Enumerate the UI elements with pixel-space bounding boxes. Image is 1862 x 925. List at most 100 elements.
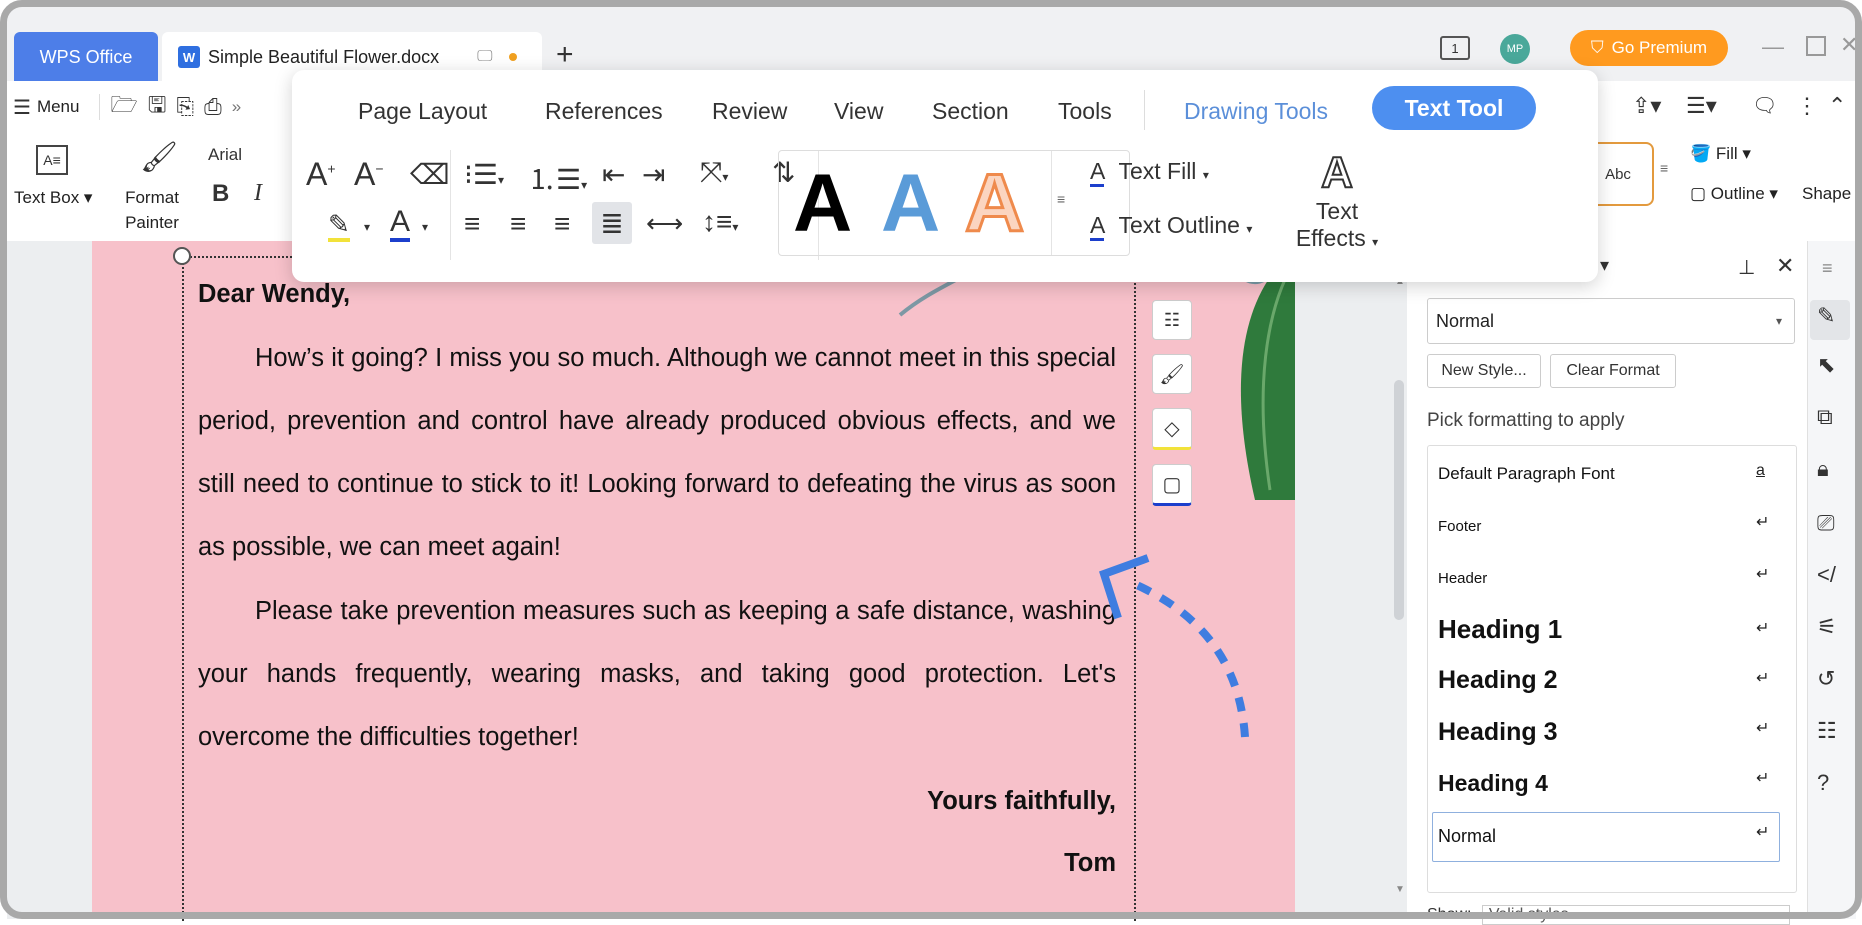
outline-tree-icon[interactable]: ☷: [1817, 718, 1837, 744]
panel-close-icon[interactable]: ✕: [1776, 253, 1794, 279]
go-premium-button[interactable]: ⛉ Go Premium: [1570, 30, 1728, 66]
style-gallery-more-icon[interactable]: ≡: [1057, 191, 1065, 207]
bullet-list-icon[interactable]: ⁝☰▾: [464, 158, 504, 191]
text-direction-icon[interactable]: ⤧▾: [700, 156, 728, 189]
tab-review[interactable]: Review: [712, 98, 787, 125]
avatar[interactable]: MP: [1500, 34, 1530, 64]
tab-drawing-tools[interactable]: Drawing Tools: [1184, 98, 1328, 125]
collapse-chevron-icon[interactable]: ⌃: [1828, 93, 1846, 119]
shape-style-brush-icon[interactable]: 🖌: [1152, 354, 1192, 394]
monitor-icon[interactable]: 🖵: [477, 48, 492, 66]
minimize-icon[interactable]: —: [1762, 34, 1784, 60]
text-style-blue[interactable]: A: [881, 157, 940, 251]
tab-text-tool[interactable]: Text Tool: [1372, 86, 1536, 130]
font-color-dropdown-icon[interactable]: ▾: [422, 220, 428, 234]
current-style-select[interactable]: Normal ▾: [1427, 298, 1795, 344]
styles-pen-icon[interactable]: ✎: [1817, 303, 1835, 329]
tab-wps-office[interactable]: WPS Office: [14, 32, 158, 82]
decrease-indent-icon[interactable]: ⇤: [602, 158, 625, 191]
style-normal[interactable]: Normal: [1438, 826, 1496, 847]
text-box-button[interactable]: Text Box ▾: [14, 188, 92, 208]
text-effects-button[interactable]: A Text Effects ▾: [1292, 147, 1382, 252]
hamburger-icon[interactable]: ☰: [13, 95, 31, 120]
text-style-orange-outline[interactable]: A: [963, 157, 1025, 251]
lock-icon[interactable]: 🔒︎: [1817, 456, 1829, 482]
list-icon[interactable]: ☰▾: [1686, 93, 1717, 119]
bold-button[interactable]: B: [212, 180, 229, 208]
show-select[interactable]: Valid styles: [1481, 905, 1790, 925]
style-heading-4[interactable]: Heading 4: [1438, 770, 1548, 797]
line-spacing-icon[interactable]: ↕≡▾: [702, 206, 738, 238]
history-icon[interactable]: ↺: [1817, 666, 1835, 692]
increase-indent-icon[interactable]: ⇥: [642, 158, 665, 191]
new-style-button[interactable]: New Style...: [1427, 354, 1541, 388]
format-painter-button[interactable]: Format Painter: [120, 185, 184, 235]
align-right-icon[interactable]: ≡: [554, 208, 570, 240]
settings-sliders-icon[interactable]: ⚟: [1817, 614, 1837, 640]
shape-button[interactable]: Shape: [1802, 184, 1851, 204]
copy-icon[interactable]: ⧉: [1817, 404, 1833, 430]
translate-icon[interactable]: ⎚: [1817, 510, 1835, 536]
align-center-icon[interactable]: ≡: [510, 208, 526, 240]
document-scrollbar[interactable]: [1394, 280, 1404, 920]
sidebar-menu-icon[interactable]: ≡: [1822, 258, 1833, 279]
help-icon[interactable]: ?: [1817, 770, 1829, 796]
select-cursor-icon[interactable]: ⬉: [1817, 352, 1835, 378]
share-icon[interactable]: ⇪▾: [1632, 93, 1661, 119]
increase-font-size-icon[interactable]: A+: [306, 156, 336, 193]
font-color-icon[interactable]: A: [390, 206, 411, 242]
tab-tools[interactable]: Tools: [1058, 98, 1112, 125]
print-icon[interactable]: ⎙: [204, 94, 222, 120]
text-fill-button[interactable]: A Text Fill ▾: [1090, 158, 1209, 187]
scroll-down-icon[interactable]: ▼: [1395, 884, 1405, 895]
window-layout-icon[interactable]: 1: [1440, 36, 1470, 60]
fill-button[interactable]: 🪣 Fill ▾: [1690, 144, 1751, 164]
outline-button[interactable]: ▢ Outline ▾: [1690, 184, 1778, 204]
style-heading-1[interactable]: Heading 1: [1438, 614, 1562, 645]
tab-page-layout[interactable]: Page Layout: [358, 98, 487, 125]
tab-section[interactable]: Section: [932, 98, 1009, 125]
menu-button[interactable]: Menu: [37, 97, 80, 117]
code-icon[interactable]: </: [1817, 562, 1836, 588]
italic-button[interactable]: I: [254, 180, 262, 207]
style-footer[interactable]: Footer: [1438, 518, 1481, 535]
more-chevron-icon[interactable]: »: [232, 97, 241, 117]
highlight-color-icon[interactable]: ✎: [328, 210, 350, 242]
tab-references[interactable]: References: [545, 98, 663, 125]
more-vertical-icon[interactable]: ⋮: [1796, 93, 1818, 119]
style-heading-2[interactable]: Heading 2: [1438, 666, 1557, 695]
style-header[interactable]: Header: [1438, 570, 1487, 587]
format-painter-icon[interactable]: 🖌: [140, 140, 178, 175]
panel-dropdown-icon[interactable]: ▾: [1600, 255, 1609, 276]
new-tab-button[interactable]: +: [556, 38, 574, 72]
justify-icon[interactable]: ≣: [592, 202, 632, 244]
decrease-font-size-icon[interactable]: A−: [354, 156, 384, 193]
align-left-icon[interactable]: ≡: [464, 208, 480, 240]
style-heading-3[interactable]: Heading 3: [1438, 718, 1557, 747]
text-box-icon[interactable]: A≡: [36, 145, 68, 175]
scrollbar-thumb[interactable]: [1394, 380, 1404, 620]
open-folder-icon[interactable]: 🗁: [110, 88, 137, 126]
clear-formatting-eraser-icon[interactable]: ⌫: [410, 158, 450, 191]
highlight-dropdown-icon[interactable]: ▾: [364, 220, 370, 234]
pin-icon[interactable]: ⊥: [1738, 255, 1755, 280]
style-default-paragraph-font[interactable]: Default Paragraph Font: [1438, 464, 1615, 484]
export-pdf-icon[interactable]: ⎘: [177, 94, 195, 120]
shape-fill-icon[interactable]: ◇: [1152, 408, 1192, 450]
style-gallery-expand-icon[interactable]: ≡: [1660, 160, 1668, 176]
shape-outline-icon[interactable]: ▢: [1152, 464, 1192, 506]
save-icon[interactable]: 🖫: [148, 88, 167, 126]
clear-format-button[interactable]: Clear Format: [1550, 354, 1676, 388]
close-icon[interactable]: ✕: [1840, 32, 1858, 58]
rotate-handle[interactable]: [173, 247, 191, 265]
text-outline-button[interactable]: A Text Outline ▾: [1090, 212, 1252, 241]
comment-icon[interactable]: 🗨: [1752, 93, 1777, 118]
font-name-field[interactable]: Arial: [208, 145, 242, 165]
numbered-list-icon[interactable]: ⒈☰▾: [528, 158, 587, 198]
layout-options-icon[interactable]: ☷: [1152, 300, 1192, 340]
style-list[interactable]: Default Paragraph Font a Footer ↵ Header…: [1427, 445, 1797, 893]
text-style-black[interactable]: A: [793, 157, 852, 251]
distributed-align-icon[interactable]: ⟷: [646, 208, 683, 239]
tab-view[interactable]: View: [834, 98, 883, 125]
maximize-icon[interactable]: [1806, 36, 1826, 56]
